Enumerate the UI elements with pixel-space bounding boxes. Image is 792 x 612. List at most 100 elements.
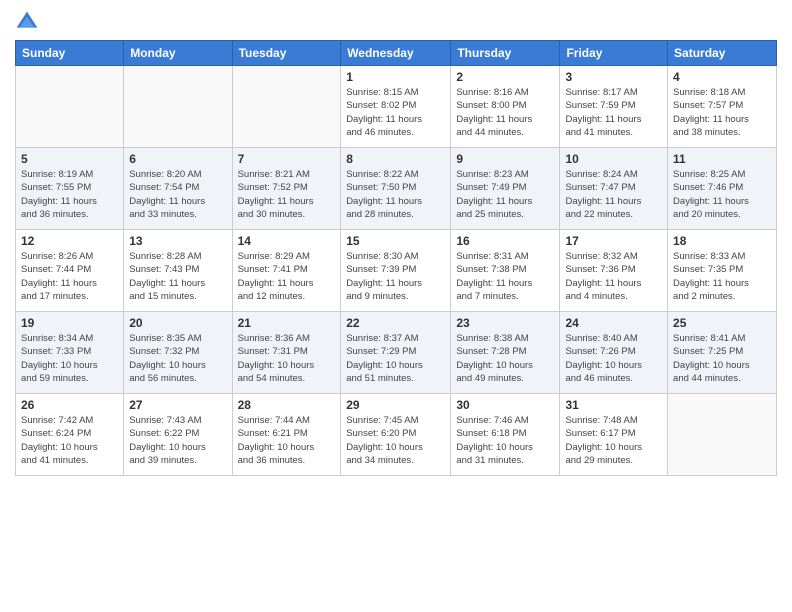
calendar-cell: 9Sunrise: 8:23 AM Sunset: 7:49 PM Daylig… (451, 148, 560, 230)
day-number: 22 (346, 316, 445, 330)
calendar-cell: 14 Sunrise: 8:29 AM Sunset: 7:41 PM Dayli… (232, 230, 341, 312)
day-info: Sunrise: 8:29 AM Sunset: 7:41 PM Dayligh… (238, 250, 336, 303)
day-info: Sunrise: 7:44 AM Sunset: 6:21 PM Dayligh… (238, 414, 336, 467)
logo (15, 10, 43, 34)
calendar-col-friday: Friday (560, 41, 668, 66)
day-info: Sunrise: 8:40 AM Sunset: 7:26 PM Dayligh… (565, 332, 662, 385)
day-info: Sunrise: 8:23 AM Sunset: 7:49 PM Dayligh… (456, 168, 554, 221)
day-number: 3 (565, 70, 662, 84)
calendar-cell (16, 66, 124, 148)
calendar-cell: 11 Sunrise: 8:25 AM Sunset: 7:46 PM Dayli… (668, 148, 777, 230)
day-info: Sunrise: 7:45 AM Sunset: 6:20 PM Dayligh… (346, 414, 445, 467)
day-info: Sunrise: 8:32 AM Sunset: 7:36 PM Dayligh… (565, 250, 662, 303)
calendar-cell: 25 Sunrise: 8:41 AM Sunset: 7:25 PM Dayli… (668, 312, 777, 394)
day-number: 31 (565, 398, 662, 412)
calendar-header-row: SundayMondayTuesdayWednesdayThursdayFrid… (16, 41, 777, 66)
day-info: Sunrise: 7:42 AM Sunset: 6:24 PM Dayligh… (21, 414, 118, 467)
day-number: 30 (456, 398, 554, 412)
calendar-week-5: 26 Sunrise: 7:42 AM Sunset: 6:24 PM Dayli… (16, 394, 777, 476)
calendar-cell: 7Sunrise: 8:21 AM Sunset: 7:52 PM Daylig… (232, 148, 341, 230)
calendar-cell: 1 Sunrise: 8:15 AM Sunset: 8:02 PM Daylig… (341, 66, 451, 148)
calendar-cell: 16 Sunrise: 8:31 AM Sunset: 7:38 PM Dayli… (451, 230, 560, 312)
day-number: 8 (346, 152, 445, 166)
day-info: Sunrise: 8:31 AM Sunset: 7:38 PM Dayligh… (456, 250, 554, 303)
day-info: Sunrise: 8:20 AM Sunset: 7:54 PM Dayligh… (129, 168, 226, 221)
header (15, 10, 777, 34)
day-info: Sunrise: 8:28 AM Sunset: 7:43 PM Dayligh… (129, 250, 226, 303)
day-number: 18 (673, 234, 771, 248)
day-number: 14 (238, 234, 336, 248)
day-number: 29 (346, 398, 445, 412)
day-number: 25 (673, 316, 771, 330)
day-info: Sunrise: 8:37 AM Sunset: 7:29 PM Dayligh… (346, 332, 445, 385)
day-info: Sunrise: 8:38 AM Sunset: 7:28 PM Dayligh… (456, 332, 554, 385)
calendar-cell: 31Sunrise: 7:48 AM Sunset: 6:17 PM Dayli… (560, 394, 668, 476)
calendar-week-2: 5 Sunrise: 8:19 AM Sunset: 7:55 PM Daylig… (16, 148, 777, 230)
calendar-col-sunday: Sunday (16, 41, 124, 66)
day-info: Sunrise: 8:25 AM Sunset: 7:46 PM Dayligh… (673, 168, 771, 221)
day-number: 26 (21, 398, 118, 412)
day-info: Sunrise: 8:16 AM Sunset: 8:00 PM Dayligh… (456, 86, 554, 139)
day-number: 2 (456, 70, 554, 84)
calendar-col-saturday: Saturday (668, 41, 777, 66)
calendar-cell: 30 Sunrise: 7:46 AM Sunset: 6:18 PM Dayli… (451, 394, 560, 476)
day-number: 19 (21, 316, 118, 330)
day-number: 28 (238, 398, 336, 412)
calendar-cell: 4 Sunrise: 8:18 AM Sunset: 7:57 PM Daylig… (668, 66, 777, 148)
calendar-col-tuesday: Tuesday (232, 41, 341, 66)
calendar-cell: 13 Sunrise: 8:28 AM Sunset: 7:43 PM Dayli… (124, 230, 232, 312)
day-number: 24 (565, 316, 662, 330)
page: SundayMondayTuesdayWednesdayThursdayFrid… (0, 0, 792, 612)
calendar-cell: 19Sunrise: 8:34 AM Sunset: 7:33 PM Dayli… (16, 312, 124, 394)
day-info: Sunrise: 8:24 AM Sunset: 7:47 PM Dayligh… (565, 168, 662, 221)
day-info: Sunrise: 8:22 AM Sunset: 7:50 PM Dayligh… (346, 168, 445, 221)
day-number: 4 (673, 70, 771, 84)
calendar-cell: 3 Sunrise: 8:17 AM Sunset: 7:59 PM Daylig… (560, 66, 668, 148)
calendar-cell: 29 Sunrise: 7:45 AM Sunset: 6:20 PM Dayli… (341, 394, 451, 476)
calendar-cell: 5 Sunrise: 8:19 AM Sunset: 7:55 PM Daylig… (16, 148, 124, 230)
calendar-cell: 2 Sunrise: 8:16 AM Sunset: 8:00 PM Daylig… (451, 66, 560, 148)
calendar-cell: 12 Sunrise: 8:26 AM Sunset: 7:44 PM Dayli… (16, 230, 124, 312)
day-info: Sunrise: 8:35 AM Sunset: 7:32 PM Dayligh… (129, 332, 226, 385)
calendar-col-wednesday: Wednesday (341, 41, 451, 66)
day-info: Sunrise: 8:41 AM Sunset: 7:25 PM Dayligh… (673, 332, 771, 385)
calendar-week-1: 1 Sunrise: 8:15 AM Sunset: 8:02 PM Daylig… (16, 66, 777, 148)
calendar-cell: 26 Sunrise: 7:42 AM Sunset: 6:24 PM Dayli… (16, 394, 124, 476)
calendar-col-thursday: Thursday (451, 41, 560, 66)
calendar-cell: 23 Sunrise: 8:38 AM Sunset: 7:28 PM Dayli… (451, 312, 560, 394)
calendar-cell (668, 394, 777, 476)
day-info: Sunrise: 8:19 AM Sunset: 7:55 PM Dayligh… (21, 168, 118, 221)
calendar-cell: 24 Sunrise: 8:40 AM Sunset: 7:26 PM Dayli… (560, 312, 668, 394)
day-number: 17 (565, 234, 662, 248)
calendar-cell: 27Sunrise: 7:43 AM Sunset: 6:22 PM Dayli… (124, 394, 232, 476)
calendar-cell (232, 66, 341, 148)
day-info: Sunrise: 8:21 AM Sunset: 7:52 PM Dayligh… (238, 168, 336, 221)
day-number: 13 (129, 234, 226, 248)
calendar-week-3: 12 Sunrise: 8:26 AM Sunset: 7:44 PM Dayli… (16, 230, 777, 312)
day-number: 15 (346, 234, 445, 248)
day-info: Sunrise: 8:33 AM Sunset: 7:35 PM Dayligh… (673, 250, 771, 303)
calendar-cell: 10Sunrise: 8:24 AM Sunset: 7:47 PM Dayli… (560, 148, 668, 230)
calendar-cell: 22 Sunrise: 8:37 AM Sunset: 7:29 PM Dayli… (341, 312, 451, 394)
day-info: Sunrise: 8:26 AM Sunset: 7:44 PM Dayligh… (21, 250, 118, 303)
day-info: Sunrise: 8:17 AM Sunset: 7:59 PM Dayligh… (565, 86, 662, 139)
calendar-col-monday: Monday (124, 41, 232, 66)
calendar-cell: 21 Sunrise: 8:36 AM Sunset: 7:31 PM Dayli… (232, 312, 341, 394)
day-info: Sunrise: 8:36 AM Sunset: 7:31 PM Dayligh… (238, 332, 336, 385)
day-number: 20 (129, 316, 226, 330)
calendar-cell: 17 Sunrise: 8:32 AM Sunset: 7:36 PM Dayli… (560, 230, 668, 312)
day-info: Sunrise: 8:18 AM Sunset: 7:57 PM Dayligh… (673, 86, 771, 139)
day-number: 5 (21, 152, 118, 166)
day-number: 12 (21, 234, 118, 248)
day-number: 21 (238, 316, 336, 330)
day-info: Sunrise: 7:46 AM Sunset: 6:18 PM Dayligh… (456, 414, 554, 467)
day-number: 11 (673, 152, 771, 166)
calendar-cell: 18 Sunrise: 8:33 AM Sunset: 7:35 PM Dayli… (668, 230, 777, 312)
day-number: 16 (456, 234, 554, 248)
calendar-cell: 8 Sunrise: 8:22 AM Sunset: 7:50 PM Daylig… (341, 148, 451, 230)
day-number: 1 (346, 70, 445, 84)
day-info: Sunrise: 8:30 AM Sunset: 7:39 PM Dayligh… (346, 250, 445, 303)
day-info: Sunrise: 8:15 AM Sunset: 8:02 PM Dayligh… (346, 86, 445, 139)
calendar-cell: 6Sunrise: 8:20 AM Sunset: 7:54 PM Daylig… (124, 148, 232, 230)
day-number: 23 (456, 316, 554, 330)
